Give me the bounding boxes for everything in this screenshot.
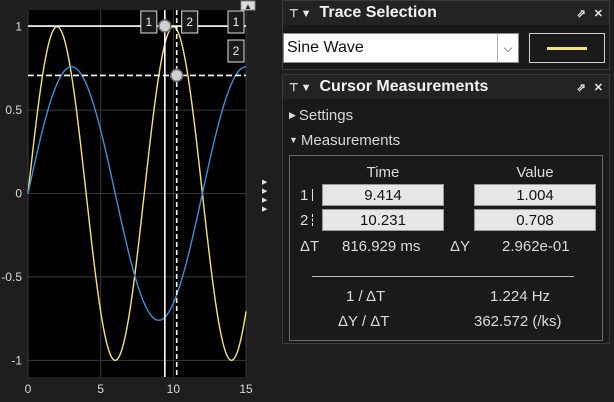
cursor-measurements-panel: ⊤▼ Cursor Measurements ⇗ ✕ ▶ Settings ▼ Me… bbox=[282, 74, 610, 344]
undock-icon[interactable]: ⇗ bbox=[577, 81, 586, 94]
arrow-right-icon[interactable]: ▶ bbox=[262, 196, 272, 205]
delta-t-value: 816.929 ms bbox=[342, 238, 421, 255]
time-column-header: Time bbox=[366, 164, 400, 181]
delta-y-label: ΔY bbox=[450, 238, 471, 255]
arrow-right-icon[interactable]: ▶ bbox=[262, 205, 272, 214]
arrow-right-icon[interactable]: ▶ bbox=[262, 178, 272, 187]
y-tick-label: 1 bbox=[15, 20, 22, 34]
chevron-down-icon: ▼ bbox=[289, 135, 298, 145]
y-tick-label: -1 bbox=[11, 353, 22, 367]
panel-title: Cursor Measurements bbox=[319, 78, 489, 95]
y-tick-label: 0.5 bbox=[5, 103, 22, 117]
signal-dropdown[interactable]: Sine Wave ⌵ bbox=[283, 33, 519, 63]
selected-signal: Sine Wave bbox=[287, 39, 364, 56]
cursor-2-label: 2 bbox=[300, 212, 314, 229]
pin-icon[interactable]: ⊤▼ bbox=[289, 7, 313, 20]
divider bbox=[312, 276, 574, 277]
measurements-section-toggle[interactable]: ▼ Measurements bbox=[289, 132, 400, 149]
y-tick-label: -0.5 bbox=[1, 270, 22, 284]
trace-selection-header: ⊤▼ Trace Selection ⇗ ✕ bbox=[283, 1, 609, 25]
cursor-flag-label: 2 bbox=[186, 15, 193, 29]
arrow-right-icon[interactable]: ▶ bbox=[262, 187, 272, 196]
settings-section-toggle[interactable]: ▶ Settings bbox=[289, 107, 353, 124]
dashed-line-icon bbox=[312, 214, 314, 226]
x-tick-label: 10 bbox=[167, 382, 181, 396]
panel-collapse-arrows[interactable]: ▶ ▶ ▶ ▶ bbox=[262, 178, 272, 214]
line-style-button[interactable] bbox=[529, 33, 605, 63]
cursor-1-label: 1 bbox=[300, 187, 314, 204]
cursor-1-time: 9.414 bbox=[322, 184, 444, 206]
cursor-2-value: 0.708 bbox=[474, 209, 596, 231]
chevron-right-icon: ▶ bbox=[289, 110, 296, 120]
measurements-label: Measurements bbox=[300, 132, 401, 149]
line-color-swatch bbox=[547, 46, 587, 50]
x-tick-label: 0 bbox=[25, 382, 32, 396]
slope-value: 362.572 (/ks) bbox=[474, 313, 562, 330]
delta-t-label: ΔT bbox=[300, 238, 320, 255]
settings-label: Settings bbox=[298, 107, 354, 124]
arrow-up-icon: ▲ bbox=[244, 2, 252, 11]
cursor-measurements-header: ⊤▼ Cursor Measurements ⇗ ✕ bbox=[283, 75, 609, 99]
close-icon[interactable]: ✕ bbox=[594, 7, 603, 20]
cursor-flag-label: 1 bbox=[233, 15, 240, 29]
undock-icon[interactable]: ⇗ bbox=[577, 7, 586, 20]
delta-y-value: 2.962e-01 bbox=[502, 238, 570, 255]
x-tick-label: 5 bbox=[97, 382, 104, 396]
inverse-delta-t-value: 1.224 Hz bbox=[490, 288, 551, 305]
measurements-table: Time Value 1 9.414 1.004 2 10.231 0.708 … bbox=[289, 155, 603, 341]
cursor-1-handle[interactable] bbox=[158, 19, 172, 33]
trace-selection-panel: ⊤▼ Trace Selection ⇗ ✕ Sine Wave ⌵ bbox=[282, 0, 610, 70]
chevron-down-icon[interactable]: ⌵ bbox=[497, 34, 518, 62]
solid-line-icon bbox=[312, 189, 314, 201]
cursor-1-value: 1.004 bbox=[474, 184, 596, 206]
vertical-cursor-1-flag[interactable]: 1 bbox=[140, 10, 158, 34]
plot-toolbar-icon[interactable]: ▲ bbox=[240, 0, 256, 11]
scope-plot[interactable]: 1 2 1 2 ▲ 0 5 10 15 1 0.5 0 -0.5 -1 bbox=[0, 0, 262, 402]
x-tick-label: 15 bbox=[239, 382, 253, 396]
inverse-delta-t-label: 1 / ΔT bbox=[346, 288, 386, 305]
panel-title: Trace Selection bbox=[319, 4, 437, 21]
horizontal-cursor-1-flag[interactable]: 1 bbox=[227, 10, 245, 34]
horizontal-cursor-2-flag[interactable]: 2 bbox=[227, 39, 245, 63]
cursor-2-handle[interactable] bbox=[169, 68, 184, 83]
cursor-flag-label: 1 bbox=[145, 15, 152, 29]
value-column-header: Value bbox=[516, 164, 554, 181]
cursor-flag-label: 2 bbox=[233, 44, 240, 58]
pin-icon[interactable]: ⊤▼ bbox=[289, 81, 313, 94]
slope-label: ΔY / ΔT bbox=[338, 313, 390, 330]
cursor-2-time: 10.231 bbox=[322, 209, 444, 231]
scope-plot-area: 1 2 1 2 ▲ 0 5 10 15 1 0.5 0 -0.5 -1 ▶ ▶ ▶ ▶ bbox=[0, 0, 267, 402]
vertical-cursor-2-flag[interactable]: 2 bbox=[181, 10, 199, 34]
y-tick-label: 0 bbox=[15, 187, 22, 201]
close-icon[interactable]: ✕ bbox=[594, 81, 603, 94]
trace-row: Sine Wave ⌵ bbox=[283, 33, 609, 63]
